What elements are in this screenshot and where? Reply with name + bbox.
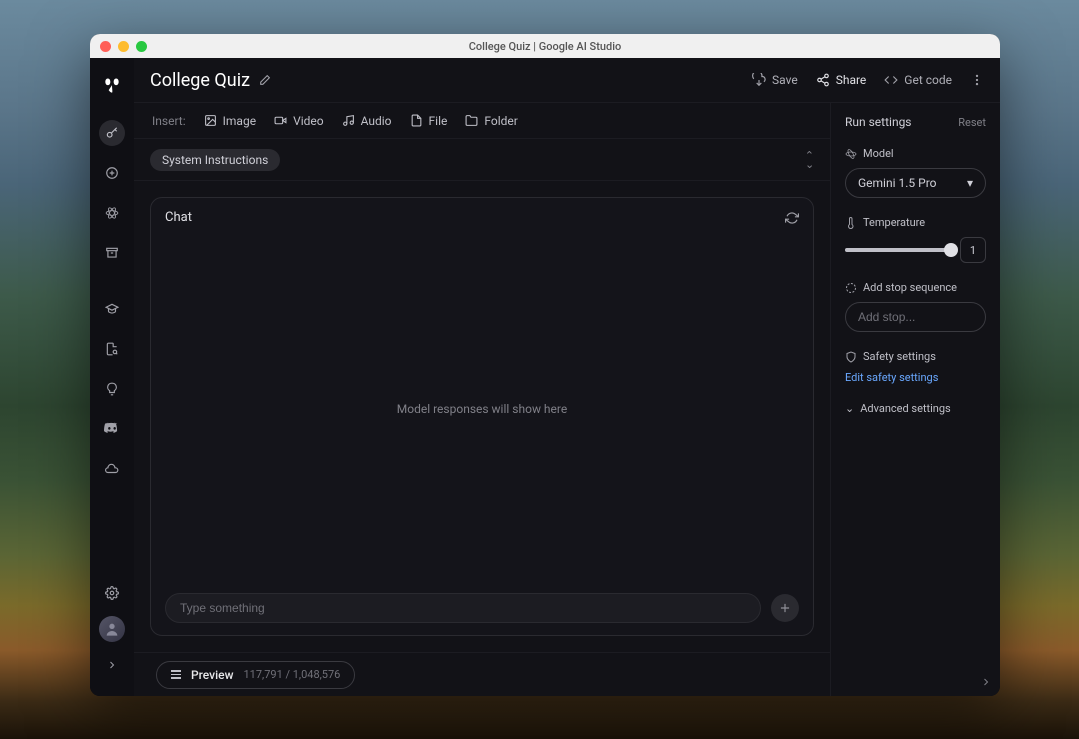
more-vertical-icon <box>970 73 984 87</box>
stop-sequence-input[interactable] <box>845 302 986 332</box>
model-value: Gemini 1.5 Pro <box>858 176 937 190</box>
chat-title: Chat <box>165 210 192 225</box>
reset-button[interactable]: Reset <box>958 116 986 129</box>
chat-area: Chat Model responses will show here <box>134 181 830 652</box>
save-button[interactable]: Save <box>752 73 798 87</box>
advanced-label: Advanced settings <box>860 402 951 415</box>
stop-sequence-field: Add stop sequence <box>845 281 986 332</box>
atom-icon <box>845 148 857 160</box>
desktop-wallpaper: College Quiz | Google AI Studio <box>0 0 1079 739</box>
project-title: College Quiz <box>150 70 271 91</box>
minimize-window-button[interactable] <box>118 41 129 52</box>
header: College Quiz Save Share <box>134 58 1000 102</box>
sidebar-settings-icon[interactable] <box>99 580 125 606</box>
chat-header: Chat <box>165 210 799 225</box>
insert-bar: Insert: Image Video Audio <box>134 103 830 139</box>
circle-dash-icon <box>845 282 857 294</box>
close-window-button[interactable] <box>100 41 111 52</box>
model-select[interactable]: Gemini 1.5 Pro ▾ <box>845 168 986 198</box>
token-count: 117,791 / 1,048,576 <box>244 668 341 681</box>
temperature-label: Temperature <box>863 216 925 229</box>
insert-image-button[interactable]: Image <box>204 114 256 128</box>
more-menu-button[interactable] <box>970 73 984 87</box>
app-body: College Quiz Save Share <box>90 58 1000 696</box>
send-button[interactable] <box>771 594 799 622</box>
sidebar-discord-icon[interactable] <box>99 416 125 442</box>
insert-video-button[interactable]: Video <box>274 114 324 128</box>
refresh-chat-button[interactable] <box>785 211 799 225</box>
stop-label: Add stop sequence <box>863 281 957 294</box>
sidebar-archive-icon[interactable] <box>99 240 125 266</box>
chevron-down-icon: ⌄ <box>845 402 854 415</box>
temperature-field: Temperature 1 <box>845 216 986 263</box>
file-icon <box>410 114 423 127</box>
save-label: Save <box>772 73 798 87</box>
main-column: College Quiz Save Share <box>134 58 1000 696</box>
chevron-down-icon: ▾ <box>967 176 973 190</box>
share-label: Share <box>836 73 867 87</box>
system-instructions-pill[interactable]: System Instructions <box>150 149 280 171</box>
titlebar: College Quiz | Google AI Studio <box>90 34 1000 58</box>
settings-title: Run settings <box>845 115 912 129</box>
sidebar-atom-icon[interactable] <box>99 200 125 226</box>
sidebar-lightbulb-icon[interactable] <box>99 376 125 402</box>
folder-icon <box>465 114 478 127</box>
model-label: Model <box>863 147 894 160</box>
run-settings-panel: Run settings Reset Model Gemini 1.5 Pro … <box>830 103 1000 696</box>
sidebar-education-icon[interactable] <box>99 296 125 322</box>
safety-field: Safety settings Edit safety settings <box>845 350 986 384</box>
app-logo-icon[interactable] <box>102 76 122 96</box>
sidebar <box>90 58 134 696</box>
get-code-button[interactable]: Get code <box>884 73 952 87</box>
insert-file-button[interactable]: File <box>410 114 448 128</box>
project-title-text: College Quiz <box>150 70 250 91</box>
thermometer-icon <box>845 217 857 229</box>
code-icon <box>884 73 898 87</box>
center-column: Insert: Image Video Audio <box>134 103 830 696</box>
model-field: Model Gemini 1.5 Pro ▾ <box>845 147 986 198</box>
insert-label: Insert: <box>152 114 186 128</box>
chat-input-row <box>165 593 799 623</box>
share-button[interactable]: Share <box>816 73 867 87</box>
audio-icon <box>342 114 355 127</box>
footer: Preview 117,791 / 1,048,576 <box>134 652 830 696</box>
maximize-window-button[interactable] <box>136 41 147 52</box>
body-row: Insert: Image Video Audio <box>134 102 1000 696</box>
cloud-save-icon <box>752 73 766 87</box>
safety-label: Safety settings <box>863 350 936 363</box>
plus-icon <box>778 601 792 615</box>
collapse-icon[interactable]: ⌃⌃ <box>805 152 814 167</box>
edit-title-icon[interactable] <box>258 74 271 87</box>
app-window: College Quiz | Google AI Studio <box>90 34 1000 696</box>
window-controls <box>90 41 147 52</box>
list-icon <box>171 670 181 679</box>
panel-collapse-icon[interactable] <box>980 676 992 688</box>
temperature-value[interactable]: 1 <box>960 237 986 263</box>
video-icon <box>274 114 287 127</box>
sidebar-add-icon[interactable] <box>99 160 125 186</box>
advanced-settings-toggle[interactable]: ⌄ Advanced settings <box>845 402 986 415</box>
settings-header: Run settings Reset <box>845 115 986 129</box>
shield-icon <box>845 351 857 363</box>
user-avatar[interactable] <box>99 616 125 642</box>
edit-safety-link[interactable]: Edit safety settings <box>845 371 986 384</box>
insert-folder-button[interactable]: Folder <box>465 114 517 128</box>
preview-button[interactable]: Preview 117,791 / 1,048,576 <box>156 661 355 689</box>
sidebar-key-icon[interactable] <box>99 120 125 146</box>
get-code-label: Get code <box>904 73 952 87</box>
chat-input[interactable] <box>165 593 761 623</box>
system-instructions-bar: System Instructions ⌃⌃ <box>134 139 830 181</box>
share-icon <box>816 73 830 87</box>
window-title: College Quiz | Google AI Studio <box>90 40 1000 53</box>
chat-empty-state: Model responses will show here <box>165 225 799 593</box>
image-icon <box>204 114 217 127</box>
insert-audio-button[interactable]: Audio <box>342 114 392 128</box>
chat-card: Chat Model responses will show here <box>150 197 814 636</box>
preview-label: Preview <box>191 668 234 682</box>
temperature-slider[interactable] <box>845 248 952 252</box>
sidebar-file-search-icon[interactable] <box>99 336 125 362</box>
sidebar-collapse-icon[interactable] <box>99 652 125 678</box>
sidebar-cloud-icon[interactable] <box>99 456 125 482</box>
